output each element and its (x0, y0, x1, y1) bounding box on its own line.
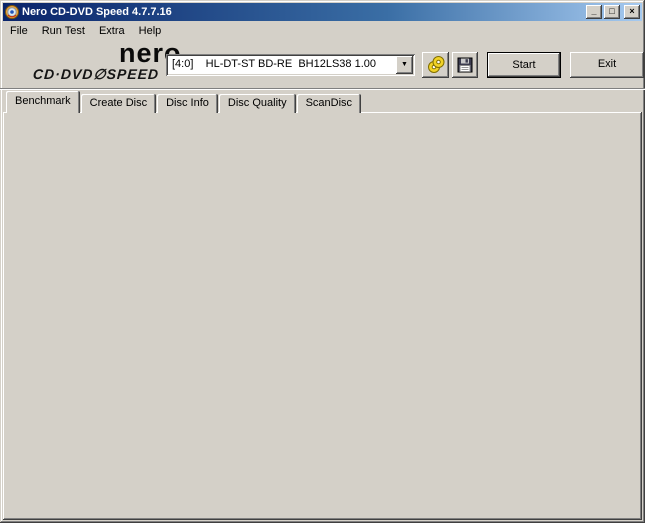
save-button[interactable] (452, 52, 478, 78)
exit-button[interactable]: Exit (570, 52, 644, 78)
title-bar: Nero CD-DVD Speed 4.7.7.16 _ □ × (3, 3, 642, 21)
menu-run-test[interactable]: Run Test (35, 23, 92, 39)
window-title: Nero CD-DVD Speed 4.7.7.16 (22, 6, 172, 18)
discs-icon (427, 56, 444, 73)
app-window: Nero CD-DVD Speed 4.7.7.16 _ □ × File Ru… (0, 0, 645, 523)
toolbar-separator (0, 88, 645, 90)
drive-selector-value: [4:0] HL-DT-ST BD-RE BH12LS38 1.00 (172, 58, 376, 70)
close-button[interactable]: × (624, 5, 640, 19)
save-icon (457, 57, 473, 73)
tab-benchmark[interactable]: Benchmark (6, 91, 80, 113)
app-icon (5, 5, 19, 19)
tab-disc-quality[interactable]: Disc Quality (218, 94, 296, 113)
tab-scandisc[interactable]: ScanDisc (296, 94, 362, 113)
menu-file[interactable]: File (3, 23, 35, 39)
tab-disc-info[interactable]: Disc Info (157, 94, 218, 113)
start-button[interactable]: Start (487, 52, 561, 78)
menu-help[interactable]: Help (132, 23, 169, 39)
toolbar: nero CD·DVD∅SPEED [4:0] HL-DT-ST BD-RE B… (3, 40, 644, 88)
eject-discs-button[interactable] (422, 52, 449, 78)
cd-dvd-speed-logo: CD·DVD∅SPEED (32, 66, 160, 82)
tab-bar: Benchmark Create Disc Disc Info Disc Qua… (6, 91, 362, 113)
tab-create-disc[interactable]: Create Disc (80, 94, 157, 113)
menu-extra[interactable]: Extra (92, 23, 132, 39)
benchmark-tab-page (3, 112, 642, 520)
minimize-button[interactable]: _ (586, 5, 602, 19)
maximize-button[interactable]: □ (604, 5, 620, 19)
menu-bar: File Run Test Extra Help (3, 22, 642, 40)
chevron-down-icon[interactable]: ▼ (396, 56, 413, 74)
drive-selector[interactable]: [4:0] HL-DT-ST BD-RE BH12LS38 1.00 ▼ (166, 54, 415, 76)
